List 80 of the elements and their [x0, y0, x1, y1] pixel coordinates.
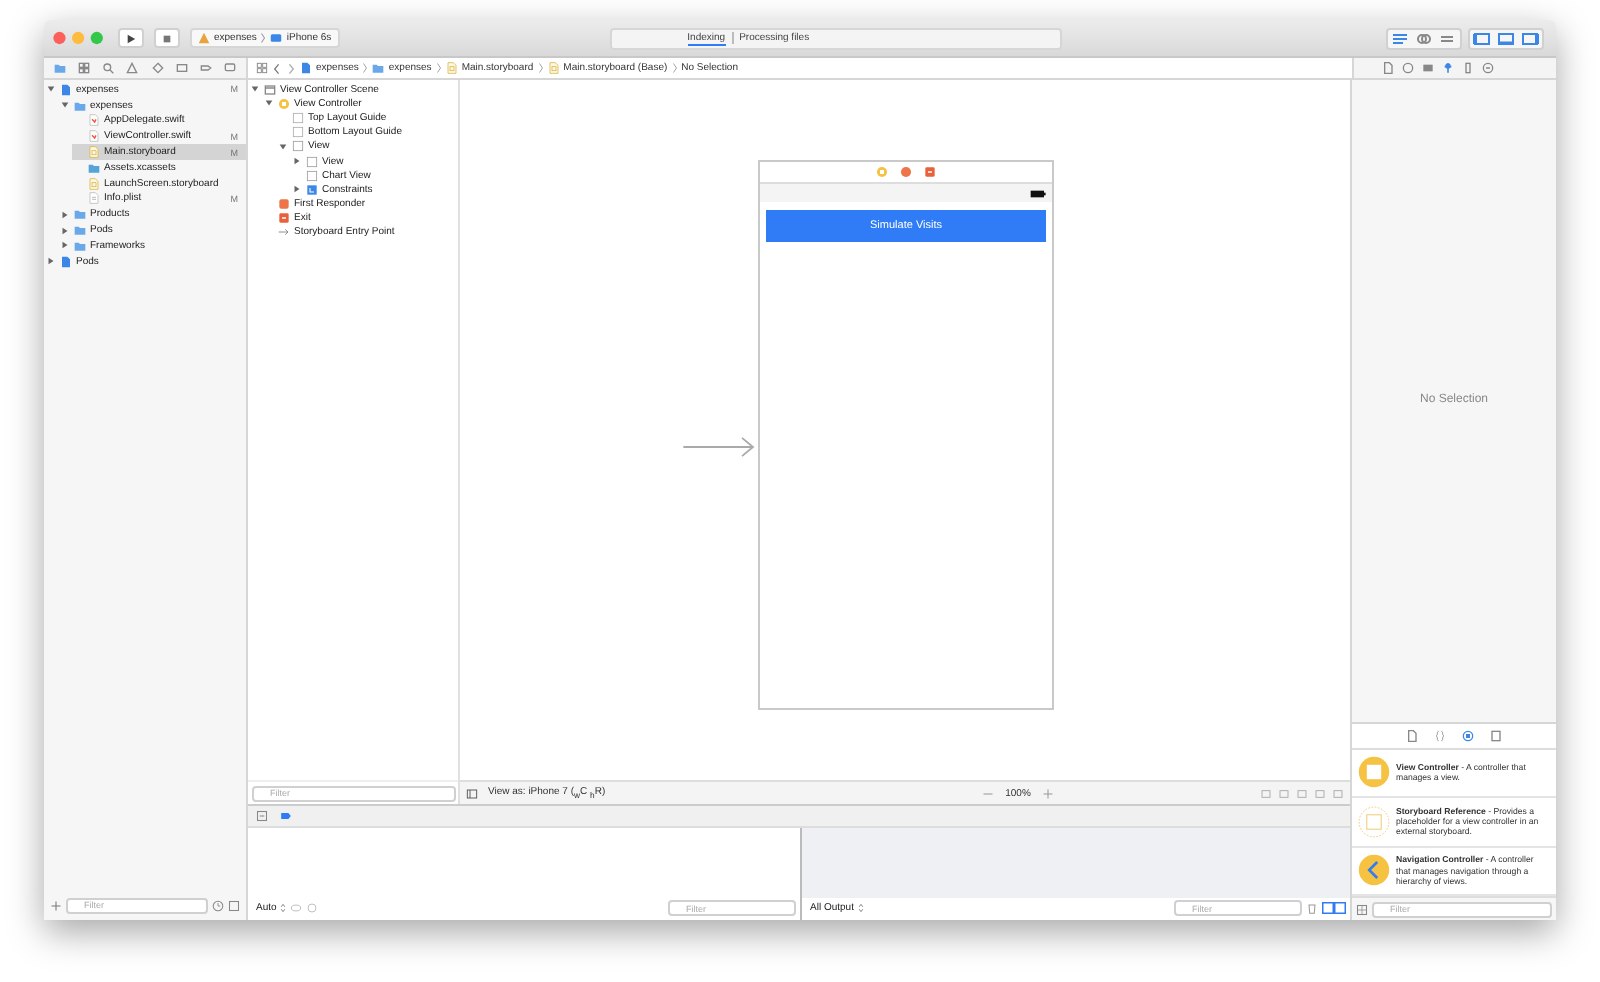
disclosure-triangle-icon[interactable] [277, 141, 287, 152]
grid-icon[interactable] [78, 62, 91, 74]
tag-icon[interactable] [199, 62, 212, 74]
window-controls-drawing[interactable] [52, 30, 108, 46]
chevron-icon [537, 62, 544, 74]
square-icon[interactable] [228, 899, 240, 911]
back-icon[interactable] [272, 61, 282, 75]
disclosure-triangle-icon[interactable] [45, 84, 55, 95]
plus-icon[interactable] [50, 899, 62, 911]
braces-icon[interactable] [1434, 729, 1446, 741]
plus-icon[interactable] [1042, 787, 1055, 799]
swift-file-icon [88, 130, 100, 143]
clock-icon[interactable] [212, 899, 224, 911]
disclosure-triangle-icon[interactable] [45, 256, 55, 267]
document-icon[interactable] [1382, 62, 1394, 74]
rings-icon[interactable] [1412, 29, 1436, 47]
navigation-controller-icon [1358, 854, 1390, 887]
view-controller-icon [1358, 756, 1390, 789]
document-icon[interactable] [1406, 729, 1418, 741]
editor-mode-control[interactable] [1386, 27, 1462, 49]
document-icon [300, 62, 312, 74]
trash-icon[interactable] [1306, 902, 1318, 914]
device-icon [270, 32, 283, 44]
search-icon[interactable] [102, 62, 115, 74]
lines-icon[interactable] [1388, 29, 1412, 47]
entry-arrow-icon [682, 436, 758, 458]
chevron-icon [260, 32, 267, 44]
collapse-icon[interactable] [256, 810, 268, 822]
updown-icon[interactable] [280, 902, 287, 914]
storyboard-file-icon [445, 62, 458, 74]
disclosure-triangle-icon[interactable] [249, 84, 259, 95]
disclosure-triangle-icon[interactable] [59, 100, 69, 111]
diamond-icon[interactable] [151, 62, 164, 74]
warning-icon[interactable] [126, 62, 139, 74]
controller-icon [278, 97, 290, 110]
exit-icon [278, 212, 290, 225]
play-icon [126, 33, 136, 43]
storyboard-reference-icon [1358, 805, 1390, 838]
chevron-icon [362, 62, 369, 74]
assets-folder-icon [88, 161, 100, 174]
app-icon [198, 32, 210, 44]
battery-icon [1030, 189, 1046, 197]
disclosure-triangle-icon[interactable] [59, 240, 69, 251]
grid-icon[interactable] [256, 62, 268, 74]
folder-icon [372, 62, 385, 74]
disclosure-triangle-icon[interactable] [59, 209, 69, 220]
document-icon [60, 255, 72, 268]
chevron-icon [435, 62, 442, 74]
circle-square-icon[interactable] [1462, 729, 1474, 741]
storyboard-file-icon [547, 62, 560, 74]
plist-file-icon [88, 192, 100, 205]
folder-icon [74, 99, 86, 112]
right-panel-icon[interactable] [1518, 29, 1542, 47]
updown-icon[interactable] [857, 902, 864, 914]
run-button[interactable] [118, 28, 144, 48]
forward-icon[interactable] [286, 61, 296, 75]
disclosure-triangle-icon[interactable] [291, 156, 301, 167]
stop-button[interactable] [154, 28, 180, 48]
arrow-icon [278, 226, 290, 239]
folder-icon[interactable] [54, 62, 67, 74]
document-icon [60, 83, 72, 96]
storyboard-file-icon [88, 146, 100, 159]
storyboard-file-icon [88, 177, 100, 190]
panel-toggle-control[interactable] [1468, 27, 1544, 49]
chevron-icon [671, 62, 678, 74]
sidebar-icon[interactable] [466, 787, 478, 799]
breakpoint-icon[interactable] [280, 810, 292, 822]
split-view-icon[interactable] [1322, 902, 1346, 914]
grid-icon[interactable] [1356, 903, 1368, 915]
controller-icon [876, 166, 888, 178]
exit-icon [924, 166, 936, 178]
card-icon[interactable] [1422, 62, 1434, 74]
swift-file-icon [88, 114, 100, 127]
disclosure-triangle-icon[interactable] [291, 184, 301, 195]
stop-icon [162, 33, 172, 43]
disclosure-triangle-icon[interactable] [263, 98, 273, 109]
bottom-panel-icon[interactable] [1494, 29, 1518, 47]
left-panel-icon[interactable] [1470, 29, 1494, 47]
constraints-icon [306, 183, 318, 196]
disclosure-triangle-icon[interactable] [59, 225, 69, 236]
